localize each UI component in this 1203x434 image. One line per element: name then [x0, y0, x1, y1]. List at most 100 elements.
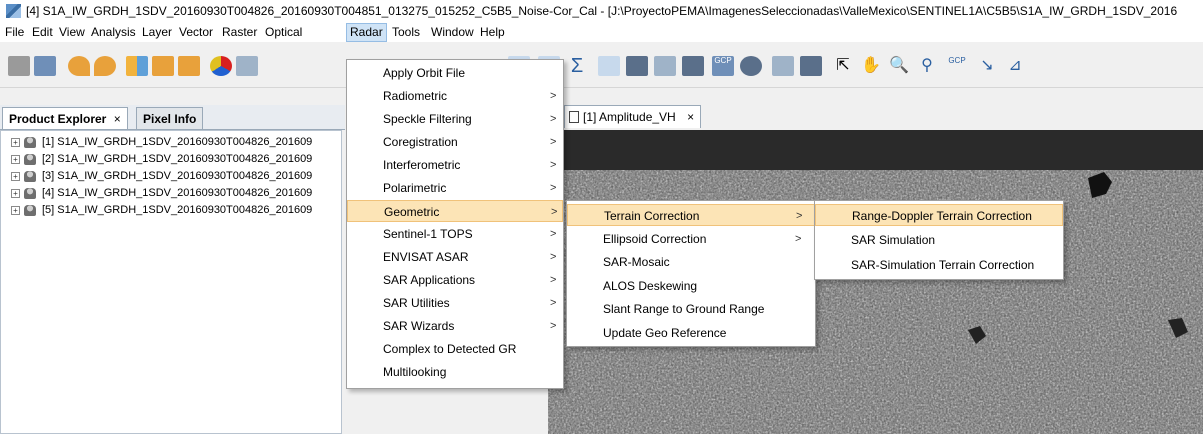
expand-icon[interactable]: + — [11, 154, 20, 164]
batch-processing-icon[interactable] — [152, 56, 174, 76]
product-explorer-panel: + [1] S1A_IW_GRDH_1SDV_20160930T004826_20… — [0, 130, 342, 434]
bands-icon[interactable] — [178, 56, 200, 76]
close-icon[interactable]: × — [687, 110, 694, 124]
region-icon[interactable] — [740, 56, 762, 76]
menu-radar[interactable]: Radar — [346, 23, 387, 42]
product-item[interactable]: + [3] S1A_IW_GRDH_1SDV_20160930T004826_20… — [11, 168, 312, 184]
zoom-icon[interactable]: 🔍 — [888, 56, 910, 76]
product-icon — [24, 136, 36, 148]
menu-item-coregistration[interactable]: Coregistration > — [347, 131, 563, 153]
menu-item-label: Complex to Detected GR — [383, 342, 517, 356]
menu-window[interactable]: Window — [428, 24, 477, 41]
pin-icon[interactable] — [682, 56, 704, 76]
product-icon — [24, 153, 36, 165]
menu-item-label: Speckle Filtering — [383, 112, 472, 126]
menu-item-slant-range-to-ground-range[interactable]: Slant Range to Ground Range — [567, 298, 815, 320]
open-product-icon[interactable] — [8, 56, 30, 76]
menu-item-label: Interferometric — [383, 158, 461, 172]
menu-analysis[interactable]: Analysis — [88, 24, 139, 41]
product-item[interactable]: + [2] S1A_IW_GRDH_1SDV_20160930T004826_20… — [11, 151, 312, 167]
expand-icon[interactable]: + — [11, 137, 20, 147]
menu-item-label: ALOS Deskewing — [603, 278, 698, 293]
tab-amplitude-vh[interactable]: [1] Amplitude_VH × — [564, 105, 702, 128]
menu-item-label: SAR Utilities — [383, 296, 450, 310]
menu-item-speckle-filtering[interactable]: Speckle Filtering > — [347, 108, 563, 130]
menu-item-label: SAR Simulation — [851, 233, 936, 247]
menu-item-label: SAR Applications — [383, 273, 476, 287]
rgb-image-icon[interactable] — [210, 56, 232, 76]
polyline-draw-icon[interactable]: ⊿ — [1004, 56, 1026, 76]
menu-item-label: Update Geo Reference — [603, 325, 727, 340]
image-view-icon — [569, 111, 579, 123]
menu-item-polarimetric[interactable]: Polarimetric > — [347, 177, 563, 199]
menu-tools[interactable]: Tools — [389, 24, 423, 41]
expand-icon[interactable]: + — [11, 188, 20, 198]
menu-item-sentinel-1-tops[interactable]: Sentinel-1 TOPS > — [347, 223, 563, 245]
tab-product-explorer-label: Product Explorer — [9, 112, 107, 126]
menu-help[interactable]: Help — [477, 24, 508, 41]
tab-amplitude-vh-label: [1] Amplitude_VH — [583, 110, 676, 124]
line-draw-icon[interactable]: ↘ — [976, 56, 998, 76]
menu-item-sar-simulation[interactable]: SAR Simulation — [815, 229, 1063, 251]
expand-icon[interactable]: + — [11, 205, 20, 215]
close-icon[interactable]: × — [114, 112, 121, 126]
menu-item-ellipsoid-correction[interactable]: Ellipsoid Correction > — [567, 228, 815, 250]
menu-item-label: Slant Range to Ground Range — [603, 302, 765, 316]
filter-icon[interactable] — [598, 56, 620, 76]
graph-builder-icon[interactable] — [126, 56, 148, 76]
menu-item-alos-deskewing[interactable]: ALOS Deskewing — [567, 275, 815, 297]
tab-pixel-info[interactable]: Pixel Info — [136, 107, 204, 129]
product-item[interactable]: + [4] S1A_IW_GRDH_1SDV_20160930T004826_20… — [11, 185, 312, 201]
menu-optical[interactable]: Optical — [262, 24, 305, 41]
product-item[interactable]: + [1] S1A_IW_GRDH_1SDV_20160930T004826_20… — [11, 134, 312, 150]
terrain-correction-submenu: Range-Doppler Terrain Correction SAR Simu… — [814, 200, 1064, 280]
menu-item-terrain-correction[interactable]: Terrain Correction > — [567, 204, 815, 226]
chevron-right-icon: > — [550, 159, 557, 171]
undo-icon[interactable] — [68, 56, 90, 76]
menu-edit[interactable]: Edit — [29, 24, 56, 41]
menu-item-complex-to-detected-gr[interactable]: Complex to Detected GR — [347, 338, 563, 360]
save-product-icon[interactable] — [34, 56, 56, 76]
select-icon[interactable]: ⇱ — [832, 56, 854, 76]
expand-icon[interactable]: + — [11, 171, 20, 181]
menu-item-sar-utilities[interactable]: SAR Utilities > — [347, 292, 563, 314]
pin-placing-icon[interactable]: ⚲ — [916, 56, 938, 76]
menu-item-range-doppler-terrain-correction[interactable]: Range-Doppler Terrain Correction — [815, 204, 1063, 226]
menu-raster[interactable]: Raster — [219, 24, 260, 41]
tie-grid-icon[interactable] — [800, 56, 822, 76]
title-bar: [4] S1A_IW_GRDH_1SDV_20160930T004826_201… — [0, 0, 1203, 22]
menu-item-sar-applications[interactable]: SAR Applications > — [347, 269, 563, 291]
menu-view[interactable]: View — [56, 24, 88, 41]
menu-file[interactable]: File — [2, 24, 27, 41]
chevron-right-icon: > — [550, 297, 557, 309]
wizard-icon[interactable] — [236, 56, 258, 76]
gcp-placing-icon[interactable]: GCP — [946, 56, 968, 76]
menu-item-multilooking[interactable]: Multilooking — [347, 361, 563, 383]
menu-item-update-geo-reference[interactable]: Update Geo Reference — [567, 322, 815, 344]
product-item[interactable]: + [5] S1A_IW_GRDH_1SDV_20160930T004826_20… — [11, 202, 312, 218]
menu-item-label: Radiometric — [383, 89, 448, 103]
gcp-icon[interactable]: GCP — [712, 56, 734, 76]
menu-vector[interactable]: Vector — [176, 24, 216, 41]
menu-layer[interactable]: Layer — [139, 24, 175, 41]
menu-item-sar-wizards[interactable]: SAR Wizards > — [347, 315, 563, 337]
menu-item-interferometric[interactable]: Interferometric > — [347, 154, 563, 176]
menu-item-geometric[interactable]: Geometric > — [347, 200, 563, 222]
mask-icon[interactable] — [626, 56, 648, 76]
menu-item-label: Range-Doppler Terrain Correction — [852, 209, 1032, 223]
menu-item-radiometric[interactable]: Radiometric > — [347, 85, 563, 107]
tie-point-icon[interactable] — [772, 56, 794, 76]
menu-item-sar-mosaic[interactable]: SAR-Mosaic — [567, 251, 815, 273]
menu-item-sar-simulation-terrain-correction[interactable]: SAR-Simulation Terrain Correction — [815, 254, 1063, 276]
product-icon — [24, 170, 36, 182]
sigma-icon[interactable]: Σ — [566, 56, 588, 76]
menu-item-apply-orbit-file[interactable]: Apply Orbit File — [347, 62, 563, 84]
menu-item-label: Sentinel-1 TOPS — [383, 227, 473, 241]
redo-icon[interactable] — [94, 56, 116, 76]
menu-item-envisat-asar[interactable]: ENVISAT ASAR > — [347, 246, 563, 268]
tab-product-explorer[interactable]: Product Explorer × — [2, 107, 128, 129]
image-nodata-band — [548, 130, 1203, 170]
chevron-right-icon: > — [550, 113, 557, 125]
pan-icon[interactable]: ✋ — [860, 56, 882, 76]
grid-icon[interactable] — [654, 56, 676, 76]
